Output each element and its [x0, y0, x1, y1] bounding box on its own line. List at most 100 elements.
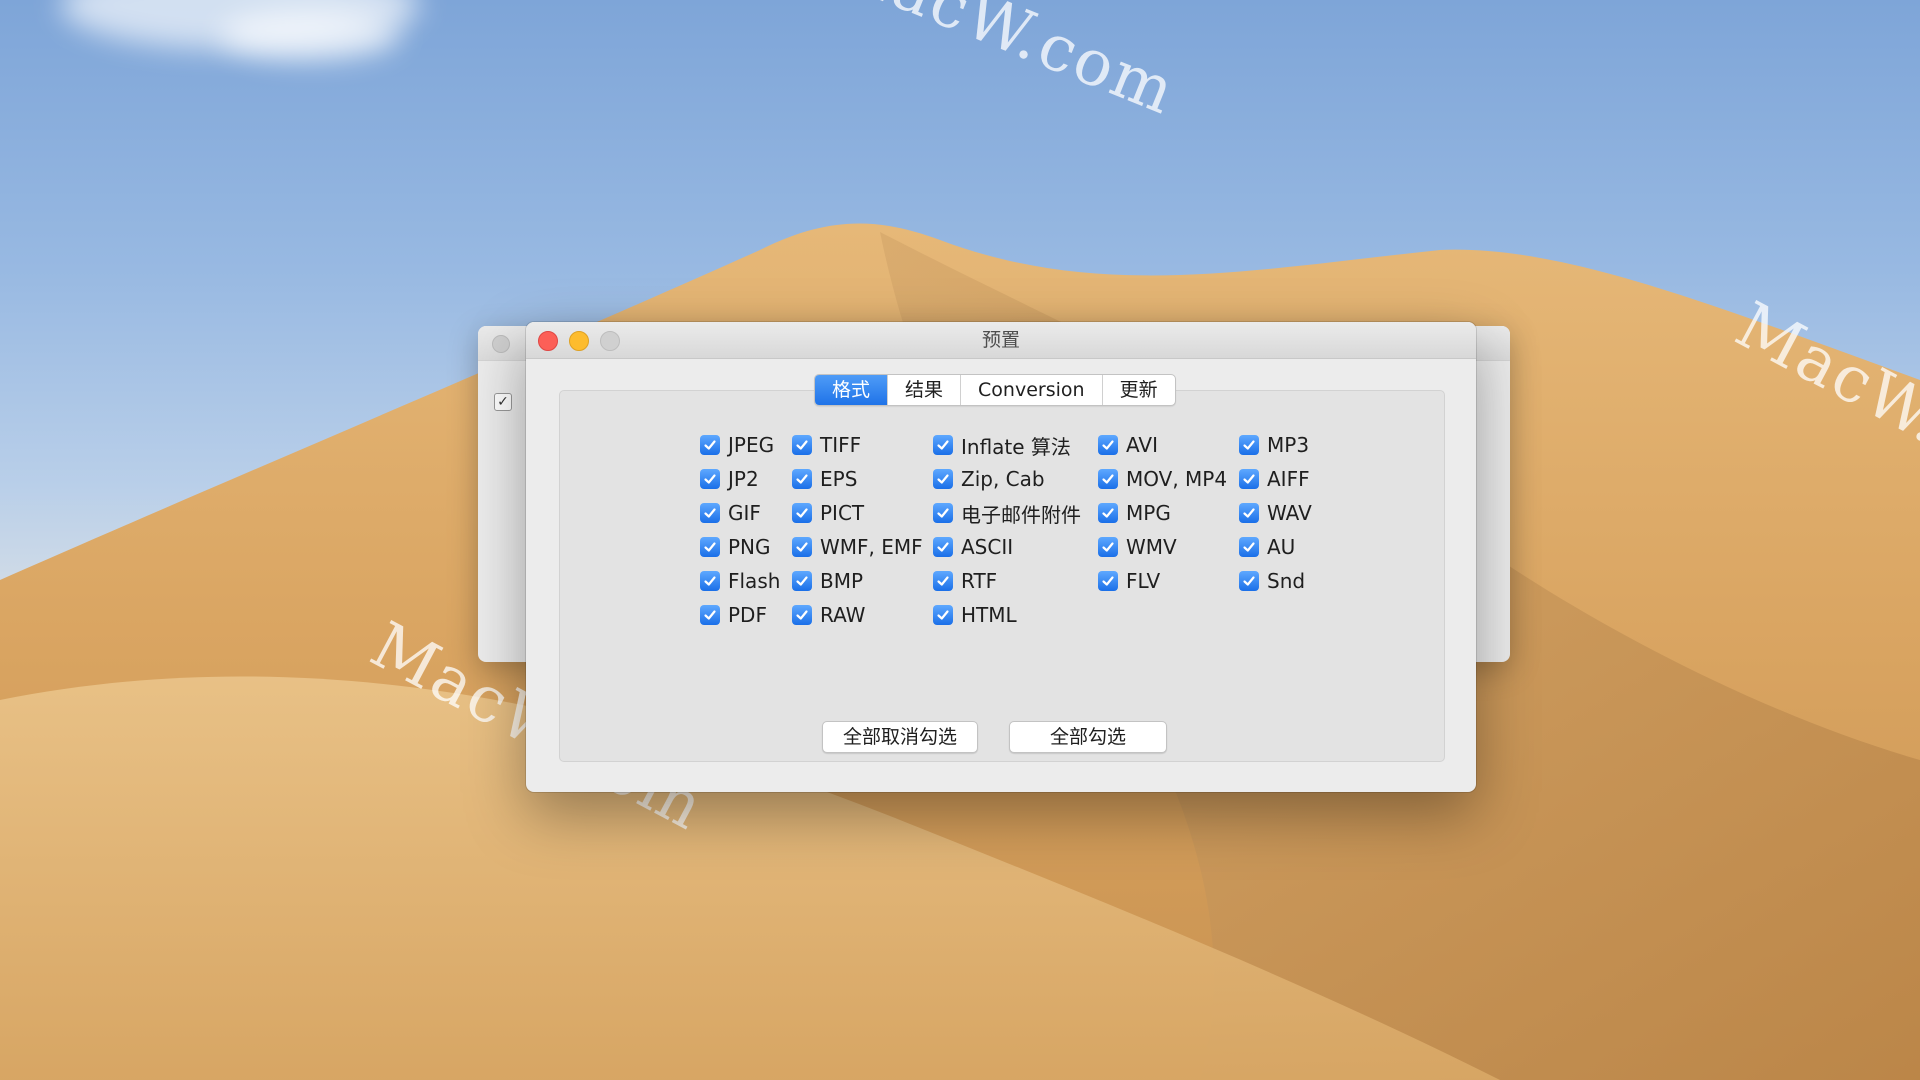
checkbox-checked[interactable]: [933, 571, 953, 591]
format-option-label: MPG: [1126, 501, 1171, 525]
format-column-2: TIFF EPS PICT WMF, EMF BMP RAW: [792, 428, 923, 632]
format-option[interactable]: WMF, EMF: [792, 530, 923, 564]
checkbox-checked[interactable]: [700, 571, 720, 591]
checkbox-checked[interactable]: [1239, 571, 1259, 591]
format-option-label: Snd: [1267, 569, 1306, 593]
background-close-button[interactable]: [492, 335, 510, 353]
checkbox-checked[interactable]: [792, 537, 812, 557]
format-option[interactable]: FLV: [1098, 564, 1227, 598]
format-option-label: AU: [1267, 535, 1296, 559]
checkmark-icon: [1102, 474, 1114, 484]
format-option[interactable]: MOV, MP4: [1098, 462, 1227, 496]
checkmark-icon: [1102, 542, 1114, 552]
format-option-label: AIFF: [1267, 467, 1310, 491]
checkbox-checked[interactable]: [792, 503, 812, 523]
format-option-label: HTML: [961, 603, 1017, 627]
checkmark-icon: [796, 440, 808, 450]
format-option[interactable]: AVI: [1098, 428, 1227, 462]
checkbox-checked[interactable]: [1098, 469, 1118, 489]
checkmark-icon: [796, 542, 808, 552]
format-option[interactable]: 电子邮件附件: [933, 496, 1081, 530]
format-option[interactable]: Inflate 算法: [933, 428, 1081, 462]
format-option[interactable]: JPEG: [700, 428, 780, 462]
format-option[interactable]: RAW: [792, 598, 923, 632]
checkmark-icon: [937, 440, 949, 450]
deselect-all-button[interactable]: 全部取消勾选: [822, 721, 979, 753]
background-checkbox[interactable]: ✓: [494, 393, 512, 411]
format-option[interactable]: WAV: [1239, 496, 1312, 530]
format-option-label: RTF: [961, 569, 998, 593]
checkbox-checked[interactable]: [700, 469, 720, 489]
format-option-label: BMP: [820, 569, 864, 593]
desktop-background: MacW.com MacW.com MacW.com ✓ 预置 格式 结果 Co…: [0, 0, 1920, 1080]
checkbox-checked[interactable]: [933, 469, 953, 489]
checkbox-checked[interactable]: [700, 435, 720, 455]
format-option[interactable]: Snd: [1239, 564, 1312, 598]
format-option[interactable]: GIF: [700, 496, 780, 530]
format-option[interactable]: PICT: [792, 496, 923, 530]
preferences-window: 预置 格式 结果 Conversion 更新 JPEG JP2 GIF PNG Flas…: [526, 322, 1476, 792]
format-option-label: JPEG: [728, 433, 775, 457]
checkbox-checked[interactable]: [792, 571, 812, 591]
checkbox-checked[interactable]: [1098, 571, 1118, 591]
tab-conversion[interactable]: Conversion: [960, 375, 1102, 405]
checkbox-checked[interactable]: [700, 503, 720, 523]
checkbox-checked[interactable]: [1239, 435, 1259, 455]
tab-update[interactable]: 更新: [1101, 375, 1175, 405]
format-option-label: MOV, MP4: [1126, 467, 1228, 491]
format-option[interactable]: AIFF: [1239, 462, 1312, 496]
format-option[interactable]: TIFF: [792, 428, 923, 462]
checkmark-icon: [796, 610, 808, 620]
checkbox-checked[interactable]: [933, 605, 953, 625]
checkbox-checked[interactable]: [1098, 435, 1118, 455]
format-option[interactable]: PNG: [700, 530, 780, 564]
format-column-5: MP3 AIFF WAV AU Snd: [1239, 428, 1312, 598]
format-option-label: WMF, EMF: [820, 535, 923, 559]
tab-format[interactable]: 格式: [815, 375, 888, 405]
format-option[interactable]: HTML: [933, 598, 1081, 632]
format-option[interactable]: MP3: [1239, 428, 1312, 462]
format-option[interactable]: WMV: [1098, 530, 1227, 564]
checkbox-checked[interactable]: [933, 503, 953, 523]
format-column-1: JPEG JP2 GIF PNG Flash PDF: [700, 428, 780, 632]
checkbox-checked[interactable]: [1098, 537, 1118, 557]
format-option[interactable]: RTF: [933, 564, 1081, 598]
tab-results[interactable]: 结果: [887, 375, 960, 405]
checkbox-checked[interactable]: [1239, 503, 1259, 523]
format-option[interactable]: Flash: [700, 564, 780, 598]
format-option[interactable]: EPS: [792, 462, 923, 496]
format-option-label: EPS: [820, 467, 858, 491]
checkbox-checked[interactable]: [1239, 469, 1259, 489]
format-option[interactable]: BMP: [792, 564, 923, 598]
format-option-label: PICT: [820, 501, 865, 525]
checkbox-checked[interactable]: [792, 435, 812, 455]
format-option-label: PDF: [728, 603, 767, 627]
format-option[interactable]: PDF: [700, 598, 780, 632]
format-column-4: AVI MOV, MP4 MPG WMV FLV: [1098, 428, 1227, 598]
format-option-label: Inflate 算法: [961, 434, 1071, 459]
checkbox-checked[interactable]: [933, 435, 953, 455]
format-option[interactable]: ASCII: [933, 530, 1081, 564]
checkbox-checked[interactable]: [933, 537, 953, 557]
checkmark-icon: [796, 508, 808, 518]
format-option[interactable]: MPG: [1098, 496, 1227, 530]
checkmark-icon: [1102, 508, 1114, 518]
tab-bar: 格式 结果 Conversion 更新: [814, 374, 1176, 406]
checkbox-checked[interactable]: [1098, 503, 1118, 523]
select-all-button[interactable]: 全部勾选: [1009, 721, 1168, 753]
checkmark-icon: [937, 576, 949, 586]
checkmark-icon: [704, 440, 716, 450]
window-title: 预置: [981, 329, 1020, 351]
format-option-label: JP2: [728, 467, 759, 491]
checkbox-checked[interactable]: [792, 469, 812, 489]
checkmark-icon: [937, 508, 949, 518]
checkbox-checked[interactable]: [700, 537, 720, 557]
checkmark-icon: [1243, 576, 1255, 586]
checkmark-icon: [704, 610, 716, 620]
checkbox-checked[interactable]: [1239, 537, 1259, 557]
format-option[interactable]: JP2: [700, 462, 780, 496]
format-option[interactable]: Zip, Cab: [933, 462, 1081, 496]
checkbox-checked[interactable]: [700, 605, 720, 625]
format-option[interactable]: AU: [1239, 530, 1312, 564]
checkbox-checked[interactable]: [792, 605, 812, 625]
